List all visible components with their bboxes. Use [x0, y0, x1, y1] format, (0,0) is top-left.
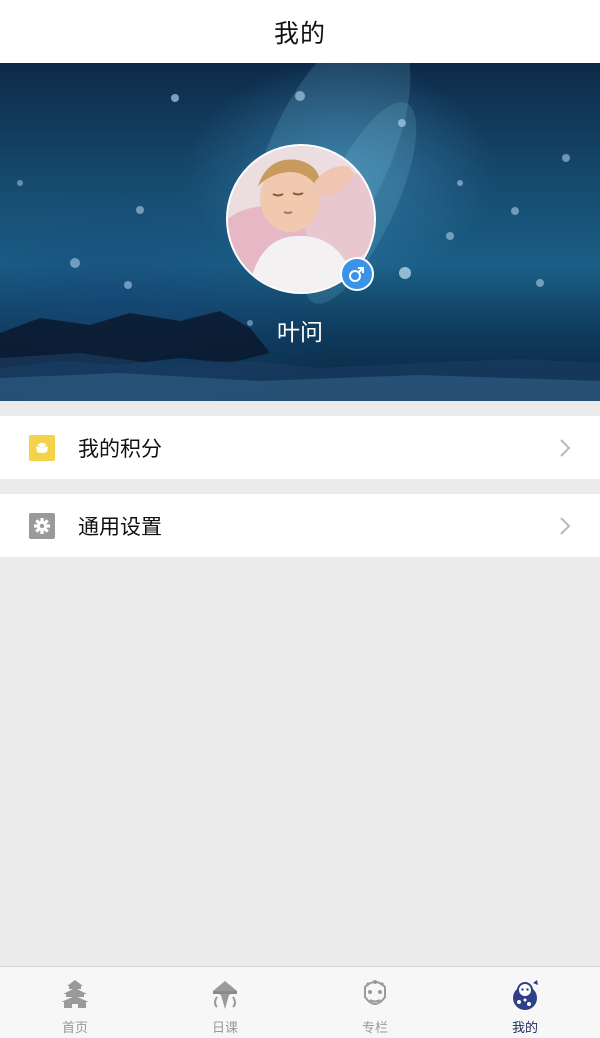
tab-label: 日课 [211, 1021, 238, 1036]
opera-mask-icon [364, 980, 386, 1005]
tab-label: 专栏 [361, 1021, 388, 1036]
temple-icon [61, 980, 89, 1008]
page-title: 我的 [273, 18, 326, 48]
chevron-right-icon [560, 516, 571, 535]
username: 叶问 [277, 320, 323, 346]
gender-badge [340, 257, 374, 291]
tab-bar: 首页 日课 专栏 我的 [0, 966, 600, 1038]
menu-item-label: 通用设置 [78, 514, 162, 539]
chevron-right-icon [560, 438, 571, 457]
points-icon [29, 434, 55, 461]
title-bar: 我的 [0, 0, 600, 63]
profile-header: 叶问 [0, 63, 600, 401]
menu-item-settings[interactable]: 通用设置 [0, 494, 600, 557]
settings-icon [29, 512, 55, 539]
menu-item-label: 我的积分 [78, 436, 162, 461]
male-icon [349, 267, 364, 282]
tab-label: 首页 [61, 1021, 88, 1036]
tab-column[interactable]: 专栏 [300, 967, 450, 1038]
character-icon [513, 980, 538, 1010]
tab-mine[interactable]: 我的 [450, 967, 600, 1038]
tab-home[interactable]: 首页 [0, 967, 150, 1038]
kite-icon [213, 981, 237, 1009]
tab-daily-lesson[interactable]: 日课 [150, 967, 300, 1038]
menu-item-points[interactable]: 我的积分 [0, 416, 600, 479]
tab-label: 我的 [511, 1021, 538, 1036]
